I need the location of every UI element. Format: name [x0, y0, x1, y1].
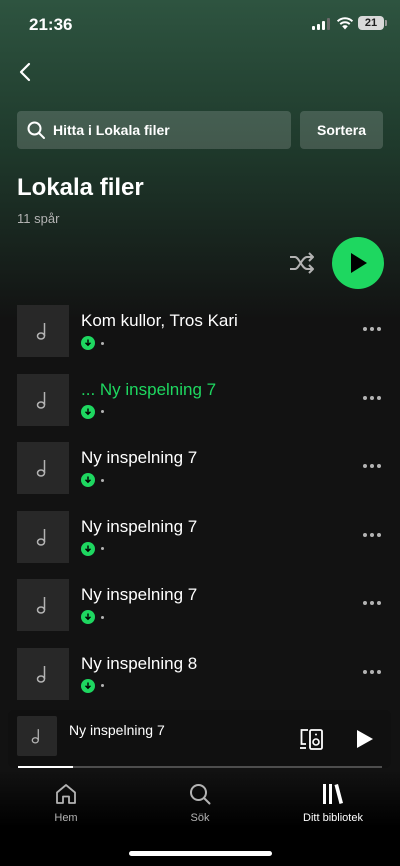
status-time: 21:36 [29, 15, 73, 34]
track-row[interactable]: Ny inspelning 7 [0, 579, 400, 648]
music-note-icon [36, 528, 46, 546]
more-options-icon[interactable] [363, 464, 381, 468]
track-title: Ny inspelning 7 [81, 585, 198, 604]
status-bar: 21:36 21 [0, 0, 400, 50]
track-meta [81, 336, 104, 350]
music-note-icon [36, 460, 46, 477]
search-input[interactable]: Hitta i Lokala filer [17, 111, 291, 149]
track-title: Ny inspelning 7 [81, 516, 198, 536]
search-icon [27, 121, 45, 139]
track-meta [81, 678, 104, 693]
track-title: Kom kullor, Tros Kari [81, 311, 238, 330]
mini-player[interactable]: Ny inspelning 7 [8, 710, 391, 768]
separator-dot [101, 410, 104, 413]
shuffle-icon[interactable] [288, 250, 316, 276]
separator-dot [101, 615, 104, 619]
track-meta [81, 610, 104, 624]
search-icon [190, 784, 211, 805]
play-icon [351, 253, 367, 273]
track-artwork [17, 579, 69, 631]
download-icon [81, 610, 95, 624]
download-icon [81, 473, 95, 487]
music-note-icon [36, 323, 46, 340]
home-icon [56, 784, 76, 804]
library-icon [323, 784, 343, 804]
separator-dot [101, 478, 104, 482]
more-options-icon[interactable] [363, 669, 381, 674]
separator-dot [101, 341, 104, 345]
play-icon[interactable] [353, 728, 375, 750]
nav-home-label: Hem [54, 812, 78, 824]
more-options-icon[interactable] [363, 395, 381, 400]
track-count: 11 spår [17, 211, 60, 226]
nav-home[interactable]: Hem [40, 782, 92, 824]
track-meta [81, 404, 104, 419]
playback-progress-fill [18, 766, 73, 768]
track-row[interactable]: Kom kullor, Tros Kari [0, 305, 400, 374]
track-artwork [17, 373, 69, 426]
sort-button[interactable]: Sortera [300, 111, 383, 149]
download-icon [81, 541, 95, 556]
more-options-icon[interactable] [363, 601, 381, 605]
search-placeholder: Hitta i Lokala filer [53, 122, 170, 138]
devices-icon[interactable] [299, 727, 325, 751]
nav-search[interactable]: Sök [174, 782, 226, 824]
play-button[interactable] [332, 237, 384, 289]
music-note-icon [31, 729, 39, 744]
track-title: Ny inspelning 8 [81, 653, 198, 673]
track-artwork [17, 442, 69, 494]
track-artwork [17, 510, 69, 563]
download-icon [81, 336, 95, 350]
page-title: Lokala filer [17, 174, 144, 201]
track-row[interactable]: Ny inspelning 8 [0, 647, 400, 717]
track-row[interactable]: Ny inspelning 7 [0, 442, 400, 511]
nav-library-label: Ditt bibliotek [303, 812, 363, 824]
track-row[interactable]: ... Ny inspelning 7 [0, 373, 400, 443]
music-note-icon [36, 665, 46, 683]
more-options-icon[interactable] [363, 532, 381, 537]
now-playing-title: Ny inspelning 7 [69, 722, 165, 738]
separator-dot [101, 684, 104, 687]
track-artwork [17, 647, 69, 700]
cellular-signal-icon [312, 18, 330, 30]
back-chevron-icon[interactable] [14, 60, 38, 84]
track-title-playing: ... Ny inspelning 7 [81, 379, 217, 399]
nav-search-label: Sök [190, 812, 210, 824]
music-note-icon [36, 391, 46, 409]
music-note-icon [36, 597, 46, 614]
more-options-icon[interactable] [363, 327, 381, 331]
download-icon [81, 404, 95, 419]
track-meta [81, 541, 104, 556]
home-indicator [129, 851, 272, 856]
playback-progress-track [18, 766, 382, 768]
download-icon [81, 678, 95, 693]
track-row[interactable]: Ny inspelning 7 [0, 510, 400, 580]
now-playing-artwork [17, 716, 57, 756]
track-meta [81, 473, 104, 487]
battery-icon: 21 [358, 16, 387, 30]
track-title: Ny inspelning 7 [81, 448, 198, 467]
separator-dot [101, 547, 104, 550]
wifi-icon [336, 17, 354, 30]
track-list: Kom kullor, Tros Kari ... Ny inspelning … [0, 305, 400, 716]
track-artwork [17, 305, 69, 357]
nav-library[interactable]: Ditt bibliotek [293, 782, 373, 824]
